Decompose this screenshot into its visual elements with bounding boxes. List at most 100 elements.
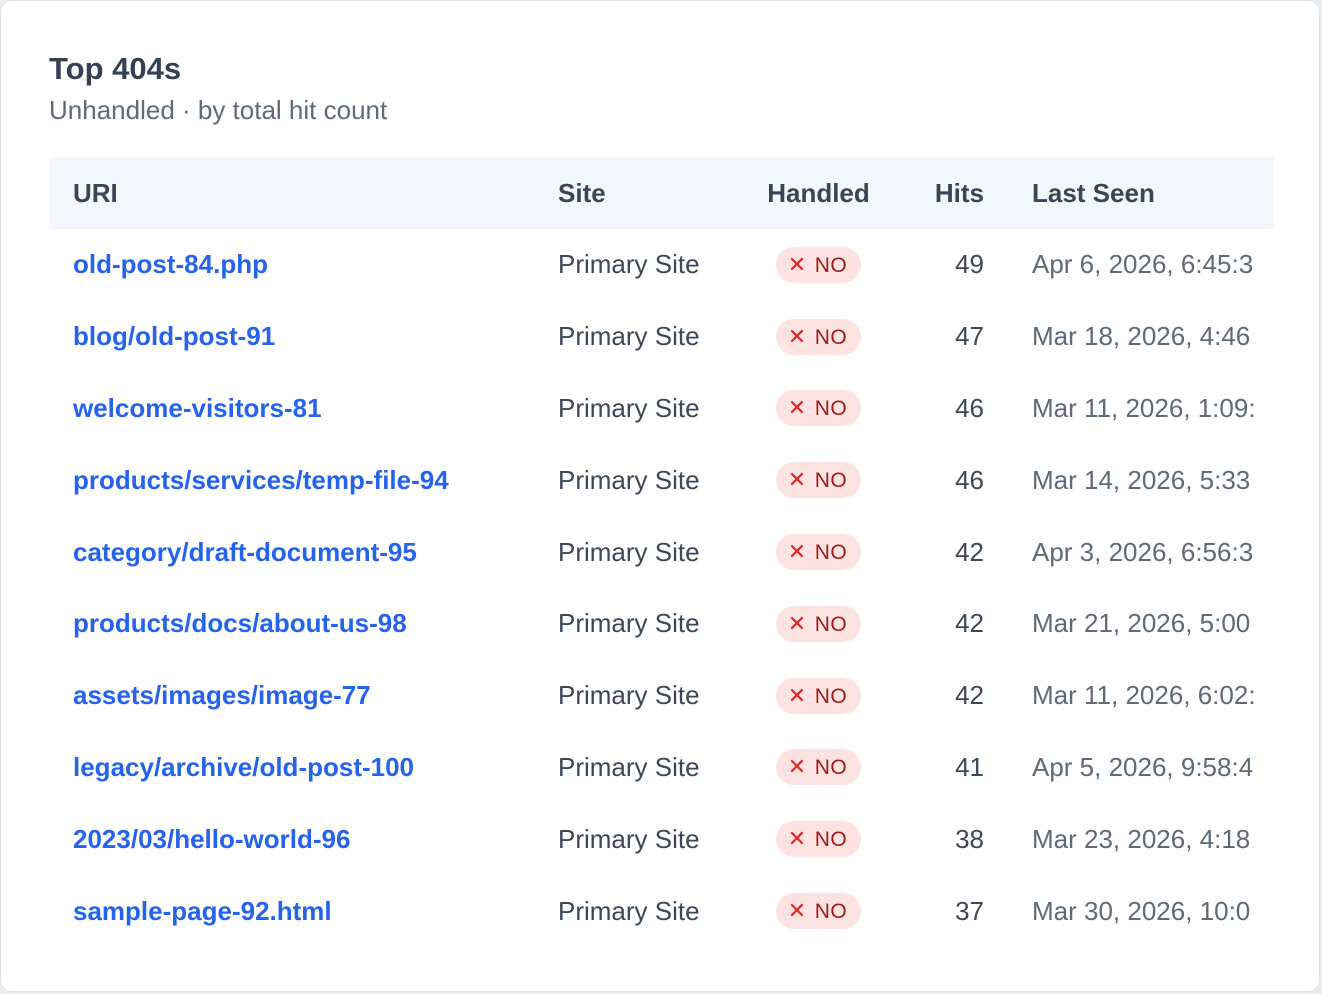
site-cell: Primary Site xyxy=(558,536,700,567)
uri-cell: legacy/archive/old-post-100 xyxy=(49,732,534,804)
uri-link[interactable]: category/draft-document-95 xyxy=(73,537,417,567)
uri-link[interactable]: old-post-84.php xyxy=(73,249,268,279)
last-seen-cell: Mar 30, 2026, 10:0 xyxy=(1032,895,1251,926)
uri-link[interactable]: blog/old-post-91 xyxy=(73,321,275,351)
handled-cell: ✕ NO xyxy=(729,373,884,445)
close-x-icon: ✕ xyxy=(787,467,807,493)
last-seen-cell: Apr 3, 2026, 6:56:3 xyxy=(1032,536,1254,567)
site-cell: Primary Site xyxy=(558,823,700,854)
column-header-hits: Hits xyxy=(934,177,984,208)
handled-status-label: NO xyxy=(814,253,848,277)
hits-cell: 46 xyxy=(955,392,984,423)
last-seen-cell: Apr 6, 2026, 6:45:3 xyxy=(1032,249,1254,280)
handled-status-badge: ✕ NO xyxy=(775,318,862,355)
uri-link[interactable]: sample-page-92.html xyxy=(73,896,332,926)
handled-status-badge: ✕ NO xyxy=(775,390,862,427)
handled-status-label: NO xyxy=(814,469,848,493)
hits-cell: 42 xyxy=(955,680,984,711)
handled-cell: ✕ NO xyxy=(729,660,884,732)
hits-cell: 38 xyxy=(955,823,984,854)
hits-cell: 46 xyxy=(955,464,984,495)
top-404s-card: Top 404s Unhandled · by total hit count … xyxy=(0,0,1320,992)
handled-status-badge: ✕ NO xyxy=(775,821,862,858)
hits-cell: 47 xyxy=(955,321,984,352)
uri-link[interactable]: products/docs/about-us-98 xyxy=(73,608,407,638)
handled-cell: ✕ NO xyxy=(729,444,884,516)
uri-cell: 2023/03/hello-world-96 xyxy=(49,803,534,875)
last-seen-cell: Mar 14, 2026, 5:33 xyxy=(1032,464,1251,495)
uri-cell: old-post-84.php xyxy=(49,229,534,301)
table-row: sample-page-92.html Primary Site ✕ NO 37 Mar … xyxy=(49,875,1274,947)
uri-cell: assets/images/image-77 xyxy=(49,660,534,732)
handled-cell: ✕ NO xyxy=(729,732,884,804)
close-x-icon: ✕ xyxy=(787,251,807,277)
uri-link[interactable]: assets/images/image-77 xyxy=(73,680,371,710)
table-row: blog/old-post-91 Primary Site ✕ NO 47 Mar 18,… xyxy=(49,301,1274,373)
uri-cell: category/draft-document-95 xyxy=(49,516,534,588)
column-header-site: Site xyxy=(558,177,606,208)
table-container[interactable]: URI Site Handled Hits Last Seen old-post… xyxy=(49,157,1274,947)
hits-cell: 49 xyxy=(955,249,984,280)
handled-status-label: NO xyxy=(814,828,848,852)
table-row: 2023/03/hello-world-96 Primary Site ✕ NO 38 M… xyxy=(49,803,1274,875)
uri-link[interactable]: 2023/03/hello-world-96 xyxy=(73,824,350,854)
site-cell: Primary Site xyxy=(558,321,700,352)
handled-status-label: NO xyxy=(814,541,848,565)
table-row: old-post-84.php Primary Site ✕ NO 49 Apr 6, 2… xyxy=(49,229,1274,301)
hits-cell: 37 xyxy=(955,895,984,926)
handled-status-badge: ✕ NO xyxy=(775,605,862,642)
site-cell: Primary Site xyxy=(558,392,700,423)
last-seen-cell: Mar 11, 2026, 1:09: xyxy=(1032,392,1256,423)
last-seen-cell: Mar 18, 2026, 4:46 xyxy=(1032,321,1251,352)
close-x-icon: ✕ xyxy=(787,754,807,780)
handled-cell: ✕ NO xyxy=(729,301,884,373)
handled-cell: ✕ NO xyxy=(729,875,884,947)
column-header-last-seen: Last Seen xyxy=(1032,177,1155,208)
site-cell: Primary Site xyxy=(558,608,700,639)
close-x-icon: ✕ xyxy=(787,898,807,924)
uri-cell: products/services/temp-file-94 xyxy=(49,444,534,516)
handled-cell: ✕ NO xyxy=(729,229,884,301)
handled-status-badge: ✕ NO xyxy=(775,677,862,714)
uri-cell: products/docs/about-us-98 xyxy=(49,588,534,660)
handled-status-badge: ✕ NO xyxy=(775,893,862,930)
close-x-icon: ✕ xyxy=(787,610,807,636)
close-x-icon: ✕ xyxy=(787,826,807,852)
site-cell: Primary Site xyxy=(558,464,700,495)
hits-cell: 42 xyxy=(955,608,984,639)
site-cell: Primary Site xyxy=(558,751,700,782)
site-cell: Primary Site xyxy=(558,680,700,711)
top-404s-table: URI Site Handled Hits Last Seen old-post… xyxy=(49,157,1274,947)
close-x-icon: ✕ xyxy=(787,395,807,421)
last-seen-cell: Mar 21, 2026, 5:00 xyxy=(1032,608,1251,639)
handled-status-badge: ✕ NO xyxy=(775,749,862,786)
handled-status-badge: ✕ NO xyxy=(775,462,862,499)
table-row: welcome-visitors-81 Primary Site ✕ NO 46 Mar … xyxy=(49,373,1274,445)
handled-status-label: NO xyxy=(814,756,848,780)
table-row: legacy/archive/old-post-100 Primary Site ✕… xyxy=(49,732,1274,804)
close-x-icon: ✕ xyxy=(787,539,807,565)
table-row: category/draft-document-95 Primary Site ✕ N… xyxy=(49,516,1274,588)
uri-cell: sample-page-92.html xyxy=(49,875,534,947)
last-seen-cell: Mar 23, 2026, 4:18 xyxy=(1032,823,1251,854)
hits-cell: 42 xyxy=(955,536,984,567)
card-subtitle: Unhandled · by total hit count xyxy=(49,95,388,125)
uri-link[interactable]: welcome-visitors-81 xyxy=(73,393,322,423)
uri-link[interactable]: products/services/temp-file-94 xyxy=(73,465,449,495)
card-title: Top 404s xyxy=(49,51,182,86)
last-seen-cell: Mar 11, 2026, 6:02: xyxy=(1032,680,1256,711)
close-x-icon: ✕ xyxy=(787,682,807,708)
handled-status-label: NO xyxy=(814,684,848,708)
column-header-handled: Handled xyxy=(767,177,870,208)
handled-cell: ✕ NO xyxy=(729,803,884,875)
handled-cell: ✕ NO xyxy=(729,516,884,588)
table-row: products/services/temp-file-94 Primary Si… xyxy=(49,444,1274,516)
uri-cell: welcome-visitors-81 xyxy=(49,373,534,445)
handled-status-label: NO xyxy=(814,397,848,421)
handled-status-badge: ✕ NO xyxy=(775,246,862,283)
table-header-row: URI Site Handled Hits Last Seen xyxy=(49,157,1274,229)
uri-link[interactable]: legacy/archive/old-post-100 xyxy=(73,752,414,782)
handled-status-label: NO xyxy=(814,325,848,349)
handled-status-badge: ✕ NO xyxy=(775,534,862,571)
table-row: products/docs/about-us-98 Primary Site ✕ NO… xyxy=(49,588,1274,660)
